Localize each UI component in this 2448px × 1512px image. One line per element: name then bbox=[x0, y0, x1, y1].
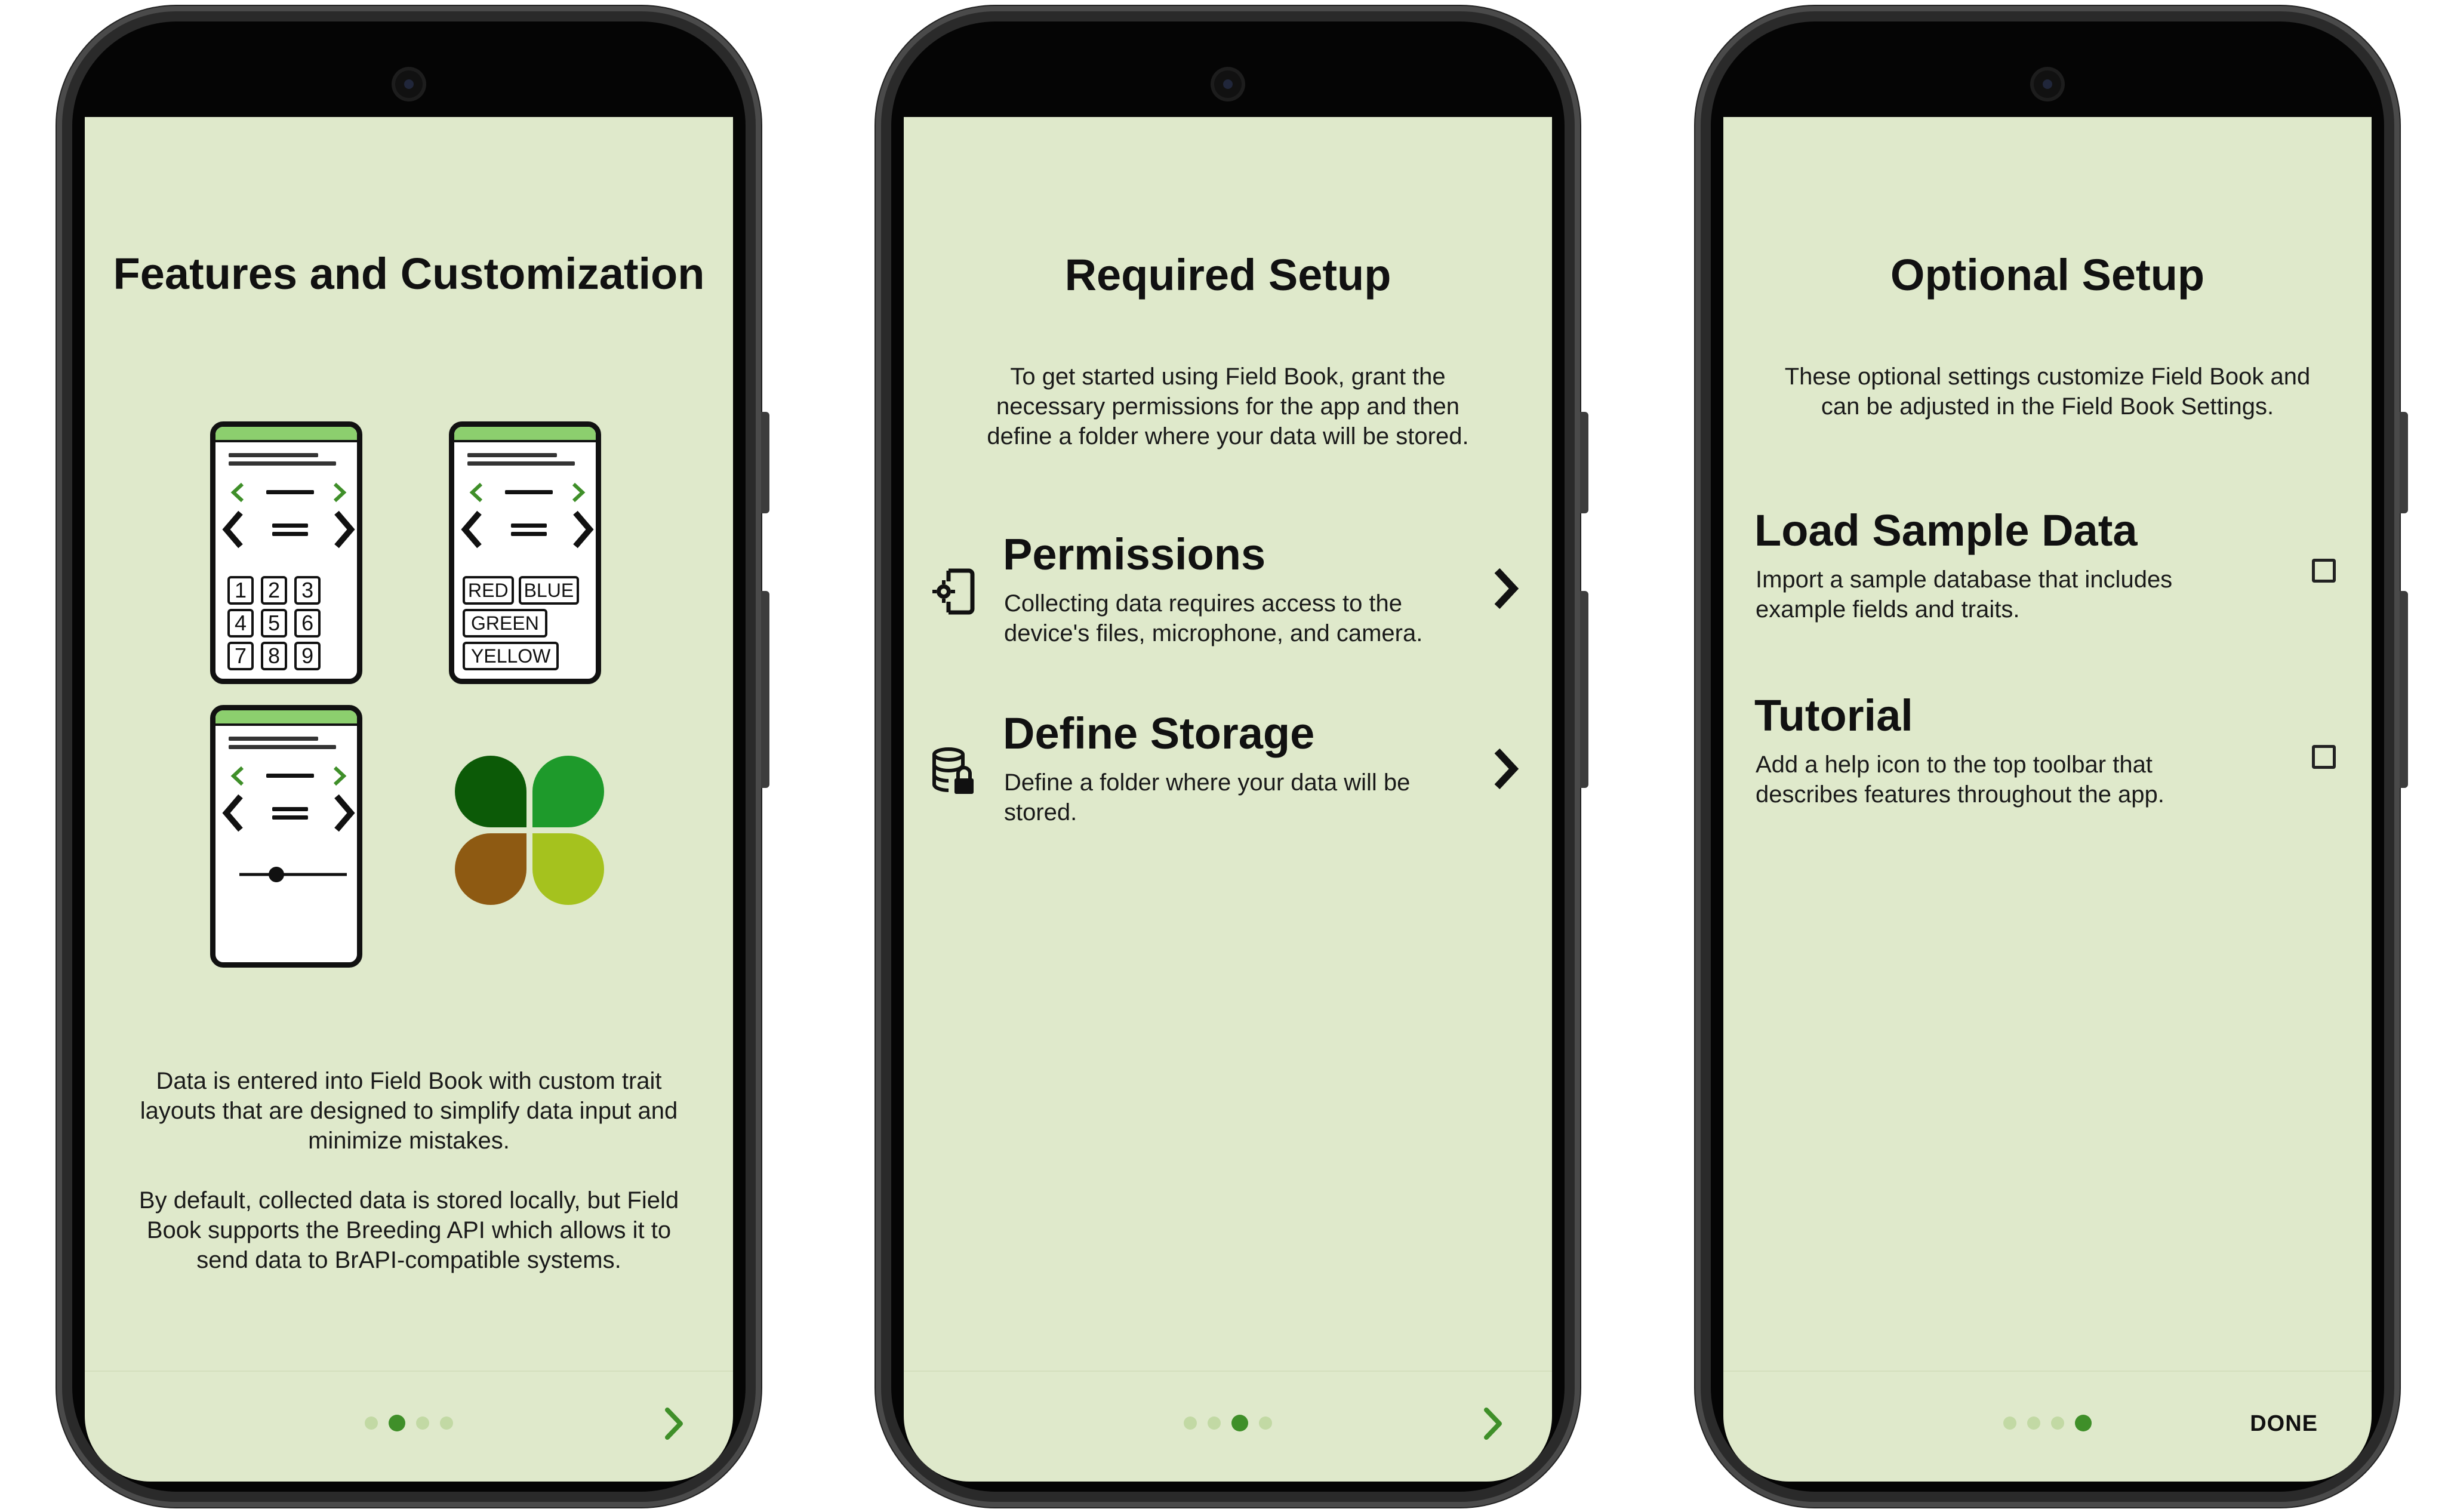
phone-frame-1: Features and Customization 1 2 3 4 5 6 7… bbox=[57, 6, 769, 1507]
keypad-key: 9 bbox=[294, 642, 321, 670]
done-button[interactable]: DONE bbox=[2250, 1411, 2318, 1437]
slider-trait-layout-icon bbox=[210, 705, 362, 968]
define-storage-title: Define Storage bbox=[1003, 709, 1315, 758]
keypad-key: 5 bbox=[261, 609, 288, 638]
onboarding-footer bbox=[904, 1371, 1552, 1482]
phone-frame-3: Optional Setup These optional settings c… bbox=[1695, 6, 2408, 1507]
color-chip: RED bbox=[463, 576, 514, 605]
onboarding-footer: DONE bbox=[1723, 1371, 2372, 1482]
page-title: Required Setup bbox=[1064, 250, 1391, 300]
screen-optional-setup: Optional Setup These optional settings c… bbox=[1723, 117, 2372, 1482]
screen-required-setup: Required Setup To get started using Fiel… bbox=[904, 117, 1552, 1482]
page-title: Features and Customization bbox=[113, 249, 705, 298]
define-storage-description: Define a folder where your data will be … bbox=[1004, 769, 1411, 826]
optional-setup-intro: These optional settings customize Field … bbox=[1784, 364, 2311, 420]
front-camera bbox=[2034, 70, 2061, 98]
page-dot bbox=[416, 1416, 429, 1430]
screen-features: Features and Customization 1 2 3 4 5 6 7… bbox=[85, 117, 733, 1482]
page-dot bbox=[440, 1416, 453, 1430]
page-dot bbox=[365, 1416, 378, 1430]
chevron-right-icon[interactable] bbox=[1491, 745, 1521, 793]
tutorial-title: Tutorial bbox=[1754, 691, 1913, 740]
define-storage-row[interactable]: Define Storage Define a folder where you… bbox=[904, 708, 1552, 851]
keypad-key: 7 bbox=[227, 642, 254, 670]
keypad-key: 6 bbox=[294, 609, 321, 638]
page-dot-active bbox=[1231, 1415, 1248, 1431]
page-dot bbox=[1208, 1416, 1221, 1430]
keypad-key: 3 bbox=[294, 576, 321, 605]
load-sample-data-checkbox[interactable] bbox=[2312, 559, 2336, 583]
color-chip: YELLOW bbox=[463, 642, 559, 670]
features-paragraph-1: Data is entered into Field Book with cus… bbox=[140, 1068, 678, 1154]
database-lock-icon bbox=[932, 747, 974, 794]
permissions-row[interactable]: Permissions Collecting data requires acc… bbox=[904, 529, 1552, 672]
color-chip: BLUE bbox=[518, 576, 580, 605]
next-arrow-icon[interactable] bbox=[655, 1403, 691, 1445]
field-book-logo bbox=[455, 756, 610, 911]
next-arrow-icon[interactable] bbox=[1474, 1403, 1510, 1445]
load-sample-data-row[interactable]: Load Sample Data Import a sample databas… bbox=[1723, 505, 2372, 636]
keypad-key: 8 bbox=[261, 642, 288, 670]
page-dot bbox=[2003, 1416, 2016, 1430]
phone-frame-2: Required Setup To get started using Fiel… bbox=[876, 6, 1588, 1507]
page-dot-active bbox=[389, 1415, 405, 1431]
features-paragraph-2: By default, collected data is stored loc… bbox=[138, 1187, 679, 1273]
tutorial-checkbox[interactable] bbox=[2312, 745, 2336, 769]
permissions-title: Permissions bbox=[1003, 529, 1266, 579]
page-dot bbox=[2027, 1416, 2040, 1430]
permissions-description: Collecting data requires access to the d… bbox=[1004, 590, 1423, 646]
categorical-trait-layout-icon: RED BLUE GREEN YELLOW bbox=[449, 421, 601, 684]
keypad-key: 2 bbox=[261, 576, 288, 605]
onboarding-footer bbox=[85, 1371, 733, 1482]
keypad-key: 1 bbox=[227, 576, 254, 605]
front-camera bbox=[395, 70, 423, 98]
tutorial-row[interactable]: Tutorial Add a help icon to the top tool… bbox=[1723, 690, 2372, 821]
front-camera bbox=[1214, 70, 1242, 98]
page-title: Optional Setup bbox=[1890, 250, 2205, 300]
page-dot-active bbox=[2075, 1415, 2092, 1431]
chevron-right-icon[interactable] bbox=[1491, 565, 1521, 612]
page-dot bbox=[1259, 1416, 1272, 1430]
load-sample-data-title: Load Sample Data bbox=[1754, 506, 2138, 555]
tutorial-description: Add a help icon to the top toolbar that … bbox=[1756, 752, 2164, 808]
numeric-trait-layout-icon: 1 2 3 4 5 6 7 8 9 bbox=[210, 421, 362, 684]
color-chip: GREEN bbox=[463, 609, 547, 638]
load-sample-data-description: Import a sample database that includes e… bbox=[1756, 566, 2173, 623]
phone-settings-icon bbox=[932, 568, 975, 615]
page-dot bbox=[1184, 1416, 1197, 1430]
page-indicator bbox=[85, 1415, 733, 1431]
page-indicator bbox=[904, 1415, 1552, 1431]
page-dot bbox=[2051, 1416, 2064, 1430]
keypad-key: 4 bbox=[227, 609, 254, 638]
required-setup-intro: To get started using Field Book, grant t… bbox=[987, 364, 1469, 449]
